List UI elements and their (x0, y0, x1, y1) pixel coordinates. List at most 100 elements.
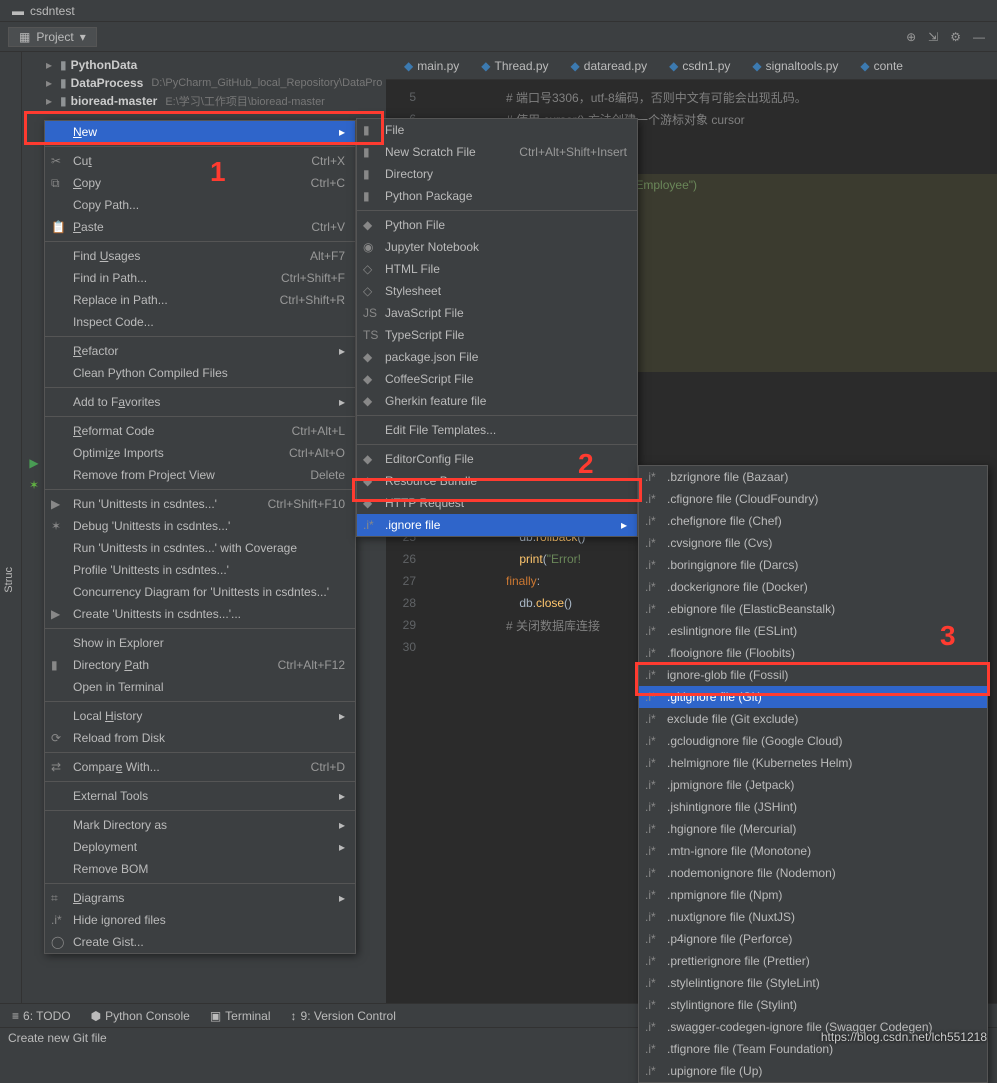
menu-item[interactable]: ▶ Run 'Unittests in csdntes...' Ctrl+Shi… (45, 493, 355, 515)
menu-item[interactable]: .i* Hide ignored files (45, 909, 355, 931)
todo-tool[interactable]: ≡6: TODO (12, 1009, 71, 1023)
menu-item[interactable]: .i* .jshintignore file (JSHint) (639, 796, 987, 818)
menu-item[interactable]: .i* .gcloudignore file (Google Cloud) (639, 730, 987, 752)
menu-item[interactable]: Refactor ▸ (45, 340, 355, 362)
menu-item[interactable]: Find in Path... Ctrl+Shift+F (45, 267, 355, 289)
menu-item[interactable]: .i* .bzrignore file (Bazaar) (639, 466, 987, 488)
menu-item[interactable]: .i* .hgignore file (Mercurial) (639, 818, 987, 840)
menu-item[interactable]: Add to Favorites ▸ (45, 391, 355, 413)
tree-item-dataprocess[interactable]: ▸ ▮ DataProcess D:\PyCharm_GitHub_local_… (22, 74, 386, 92)
menu-item[interactable]: ⌗ Diagrams ▸ (45, 887, 355, 909)
menu-item[interactable]: .i* .mtn-ignore file (Monotone) (639, 840, 987, 862)
project-dropdown[interactable]: ▦ Project ▾ (8, 27, 97, 47)
expand-arrow-icon[interactable]: ▸ (46, 76, 56, 90)
editor-tab[interactable]: ◆csdn1.py (659, 53, 740, 79)
menu-item[interactable]: .i* .ebignore file (ElasticBeanstalk) (639, 598, 987, 620)
menu-item[interactable]: ◆ CoffeeScript File (357, 368, 637, 390)
menu-item[interactable]: .i* .jpmignore file (Jetpack) (639, 774, 987, 796)
menu-item[interactable]: Replace in Path... Ctrl+Shift+R (45, 289, 355, 311)
menu-item[interactable]: ◆ Gherkin feature file (357, 390, 637, 412)
menu-item[interactable]: ◉ Jupyter Notebook (357, 236, 637, 258)
menu-item[interactable]: .i* .flooignore file (Floobits) (639, 642, 987, 664)
menu-item[interactable]: Optimize Imports Ctrl+Alt+O (45, 442, 355, 464)
menu-item[interactable]: .i* .boringignore file (Darcs) (639, 554, 987, 576)
menu-item[interactable]: Clean Python Compiled Files (45, 362, 355, 384)
menu-item[interactable]: ▮ Directory Path Ctrl+Alt+F12 (45, 654, 355, 676)
menu-item[interactable]: Inspect Code... (45, 311, 355, 333)
menu-item[interactable]: TS TypeScript File (357, 324, 637, 346)
gear-icon[interactable]: ⚙ (950, 30, 961, 44)
menu-item[interactable]: Deployment ▸ (45, 836, 355, 858)
editor-tab[interactable]: ◆dataread.py (561, 53, 658, 79)
collapse-icon[interactable]: ⇲ (928, 30, 938, 44)
menu-item[interactable]: 📋 Paste Ctrl+V (45, 216, 355, 238)
hide-icon[interactable]: — (973, 30, 985, 44)
menu-item[interactable]: .i* .stylelintignore file (StyleLint) (639, 972, 987, 994)
menu-item[interactable]: Run 'Unittests in csdntes...' with Cover… (45, 537, 355, 559)
menu-item[interactable]: ▮ Python Package (357, 185, 637, 207)
menu-item[interactable]: Open in Terminal (45, 676, 355, 698)
menu-item[interactable]: Show in Explorer (45, 632, 355, 654)
menu-item[interactable]: .i* .ignore file ▸ (357, 514, 637, 536)
terminal-tool[interactable]: ▣Terminal (210, 1009, 271, 1023)
menu-item[interactable]: ✂ Cut Ctrl+X (45, 150, 355, 172)
menu-item[interactable]: ◇ HTML File (357, 258, 637, 280)
editor-tab[interactable]: ◆signaltools.py (742, 53, 848, 79)
menu-item[interactable]: .i* .dockerignore file (Docker) (639, 576, 987, 598)
menu-item[interactable]: ◆ HTTP Request (357, 492, 637, 514)
menu-item[interactable]: ✶ Debug 'Unittests in csdntes...' (45, 515, 355, 537)
menu-item[interactable]: Mark Directory as ▸ (45, 814, 355, 836)
menu-item[interactable]: Find Usages Alt+F7 (45, 245, 355, 267)
menu-item[interactable]: New ▸ (45, 121, 355, 143)
tree-item-bioread[interactable]: ▸ ▮ bioread-master E:\学习\工作项目\bioread-ma… (22, 92, 386, 110)
menu-item[interactable]: ▮ File (357, 119, 637, 141)
menu-item[interactable]: Copy Path... (45, 194, 355, 216)
menu-item[interactable]: ◆ EditorConfig File (357, 448, 637, 470)
menu-item[interactable]: ◆ Python File (357, 214, 637, 236)
menu-item[interactable]: .i* .upignore file (Up) (639, 1060, 987, 1082)
menu-item[interactable]: ◆ package.json File (357, 346, 637, 368)
menu-item[interactable]: Local History ▸ (45, 705, 355, 727)
menu-item[interactable]: ▶ Create 'Unittests in csdntes...'... (45, 603, 355, 625)
menu-item[interactable]: JS JavaScript File (357, 302, 637, 324)
menu-item[interactable]: Edit File Templates... (357, 419, 637, 441)
editor-tab[interactable]: ◆main.py (394, 53, 469, 79)
menu-item[interactable]: External Tools ▸ (45, 785, 355, 807)
menu-item[interactable]: Remove BOM (45, 858, 355, 880)
menu-item[interactable]: .i* .npmignore file (Npm) (639, 884, 987, 906)
tree-item-pythondata[interactable]: ▸ ▮ PythonData (22, 56, 386, 74)
menu-item[interactable]: .i* .cvsignore file (Cvs) (639, 532, 987, 554)
menu-item[interactable]: .i* .stylintignore file (Stylint) (639, 994, 987, 1016)
menu-item[interactable]: .i* ignore-glob file (Fossil) (639, 664, 987, 686)
menu-item[interactable]: Reformat Code Ctrl+Alt+L (45, 420, 355, 442)
menu-item[interactable]: ⇄ Compare With... Ctrl+D (45, 756, 355, 778)
menu-item[interactable]: ⧉ Copy Ctrl+C (45, 172, 355, 194)
menu-item[interactable]: .i* .prettierignore file (Prettier) (639, 950, 987, 972)
expand-arrow-icon[interactable]: ▸ (46, 58, 56, 72)
menu-item[interactable]: Remove from Project View Delete (45, 464, 355, 486)
python-console-tool[interactable]: ⬢Python Console (91, 1009, 190, 1023)
menu-item[interactable]: Profile 'Unittests in csdntes...' (45, 559, 355, 581)
menu-item[interactable]: ◯ Create Gist... (45, 931, 355, 953)
menu-item[interactable]: .i* .eslintignore file (ESLint) (639, 620, 987, 642)
structure-tool-label[interactable]: Struc (3, 567, 15, 593)
menu-item[interactable]: .i* .gitignore file (Git) (639, 686, 987, 708)
editor-tab[interactable]: ◆Thread.py (471, 53, 558, 79)
menu-item[interactable]: .i* .chefignore file (Chef) (639, 510, 987, 532)
menu-item[interactable]: ⟳ Reload from Disk (45, 727, 355, 749)
expand-arrow-icon[interactable]: ▸ (46, 94, 56, 108)
menu-item[interactable]: Concurrency Diagram for 'Unittests in cs… (45, 581, 355, 603)
editor-tab[interactable]: ◆conte (850, 53, 913, 79)
menu-item[interactable]: .i* .nuxtignore file (NuxtJS) (639, 906, 987, 928)
menu-item[interactable]: .i* .cfignore file (CloudFoundry) (639, 488, 987, 510)
menu-item[interactable]: .i* .nodemonignore file (Nodemon) (639, 862, 987, 884)
menu-item[interactable]: ◇ Stylesheet (357, 280, 637, 302)
menu-item[interactable]: .i* exclude file (Git exclude) (639, 708, 987, 730)
menu-item[interactable]: .i* .helmignore file (Kubernetes Helm) (639, 752, 987, 774)
version-control-tool[interactable]: ↕9: Version Control (291, 1009, 396, 1023)
menu-item[interactable]: .i* .p4ignore file (Perforce) (639, 928, 987, 950)
target-icon[interactable]: ⊕ (906, 30, 916, 44)
menu-item[interactable]: ◆ Resource Bundle (357, 470, 637, 492)
menu-item[interactable]: ▮ New Scratch File Ctrl+Alt+Shift+Insert (357, 141, 637, 163)
menu-item[interactable]: ▮ Directory (357, 163, 637, 185)
